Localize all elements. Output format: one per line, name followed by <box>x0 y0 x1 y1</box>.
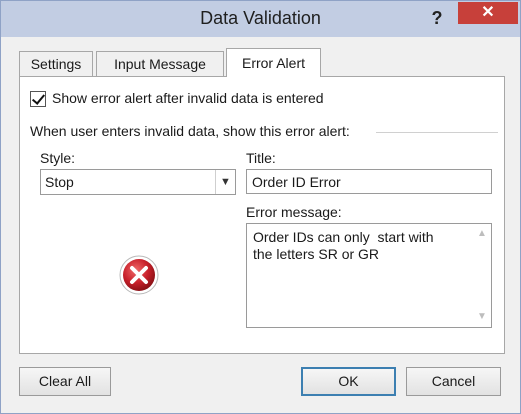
group-label: When user enters invalid data, show this… <box>30 123 350 139</box>
scroll-down-icon[interactable]: ▼ <box>473 309 491 325</box>
message-scrollbar[interactable]: ▲ ▼ <box>473 224 491 327</box>
style-select[interactable]: Stop ▼ <box>40 169 236 195</box>
scroll-up-icon[interactable]: ▲ <box>473 226 491 242</box>
help-button[interactable]: ? <box>425 6 449 30</box>
error-message-label: Error message: <box>246 204 342 220</box>
close-button[interactable]: ✕ <box>458 2 518 24</box>
tab-error-alert[interactable]: Error Alert <box>226 48 321 77</box>
title-label: Title: <box>246 150 276 166</box>
show-alert-label: Show error alert after invalid data is e… <box>52 90 324 106</box>
error-message-textarea[interactable]: Order IDs can only start with the letter… <box>246 223 492 328</box>
group-divider <box>376 132 498 133</box>
tab-input-message[interactable]: Input Message <box>96 51 224 76</box>
cancel-button[interactable]: Cancel <box>406 367 501 396</box>
data-validation-dialog: Data Validation ? ✕ Settings Input Messa… <box>0 0 521 414</box>
tab-settings[interactable]: Settings <box>19 51 93 76</box>
show-alert-checkbox[interactable] <box>30 91 46 107</box>
style-select-value: Stop <box>45 174 74 190</box>
chevron-down-icon[interactable]: ▼ <box>215 170 235 194</box>
title-input[interactable] <box>246 169 492 194</box>
tab-input-message-label: Input Message <box>114 56 206 72</box>
error-stop-icon <box>118 254 160 296</box>
error-message-text: Order IDs can only start with the letter… <box>253 229 434 262</box>
tab-settings-label: Settings <box>30 56 82 72</box>
error-alert-panel: Show error alert after invalid data is e… <box>19 76 505 354</box>
ok-button[interactable]: OK <box>301 367 396 396</box>
clear-all-button[interactable]: Clear All <box>19 367 111 396</box>
style-label: Style: <box>40 150 76 166</box>
title-bar: Data Validation ? ✕ <box>1 1 520 37</box>
tab-error-alert-label: Error Alert <box>241 55 305 71</box>
